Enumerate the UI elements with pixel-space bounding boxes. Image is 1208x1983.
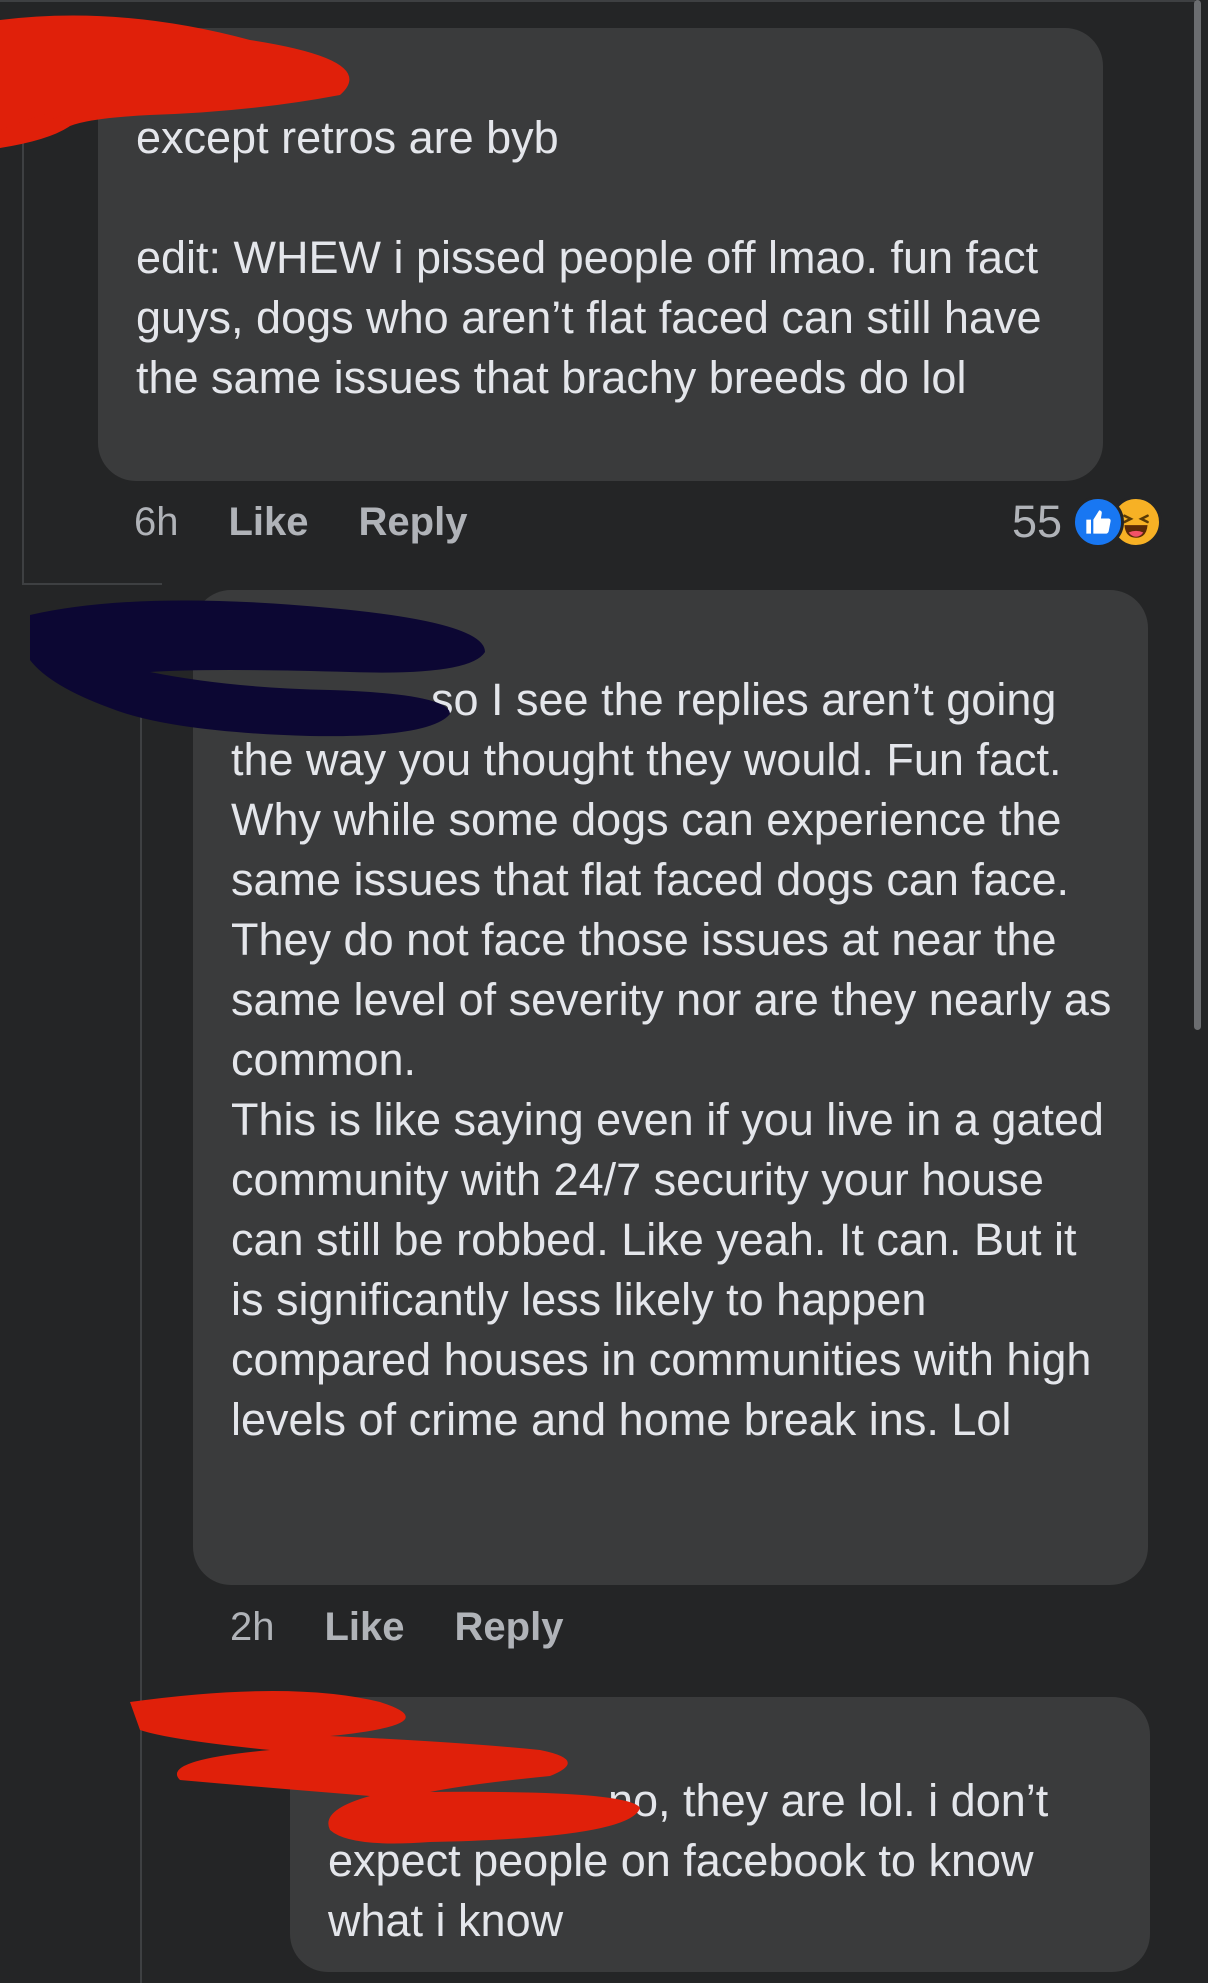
reply-timestamp: 2h (230, 1604, 275, 1649)
comment-text: This is like saying even if you live in … (231, 1094, 1104, 1445)
reply-actions: 2h Like Reply (230, 1597, 563, 1657)
thread-line-corner (22, 583, 162, 585)
reply-button[interactable]: Reply (359, 500, 468, 545)
thread-line-main (22, 110, 24, 585)
redaction-mark-navy (30, 600, 485, 737)
like-icon (1072, 496, 1125, 548)
comment-actions: 6h Like Reply (134, 492, 467, 552)
redaction-mark-red (0, 15, 350, 148)
paragraph-spacer (136, 168, 1073, 228)
reply-button[interactable]: Reply (455, 1605, 564, 1650)
reaction-count: 55 (1012, 496, 1063, 547)
redaction-mark-red (130, 1691, 640, 1844)
like-button[interactable]: Like (229, 500, 309, 545)
reaction-summary[interactable]: 55 (1012, 492, 1163, 552)
like-button[interactable]: Like (325, 1605, 405, 1650)
comment-text: edit: WHEW i pissed people off lmao. fun… (136, 232, 1042, 403)
scrollbar-thumb[interactable] (1194, 0, 1201, 1030)
comment-timestamp: 6h (134, 499, 179, 544)
